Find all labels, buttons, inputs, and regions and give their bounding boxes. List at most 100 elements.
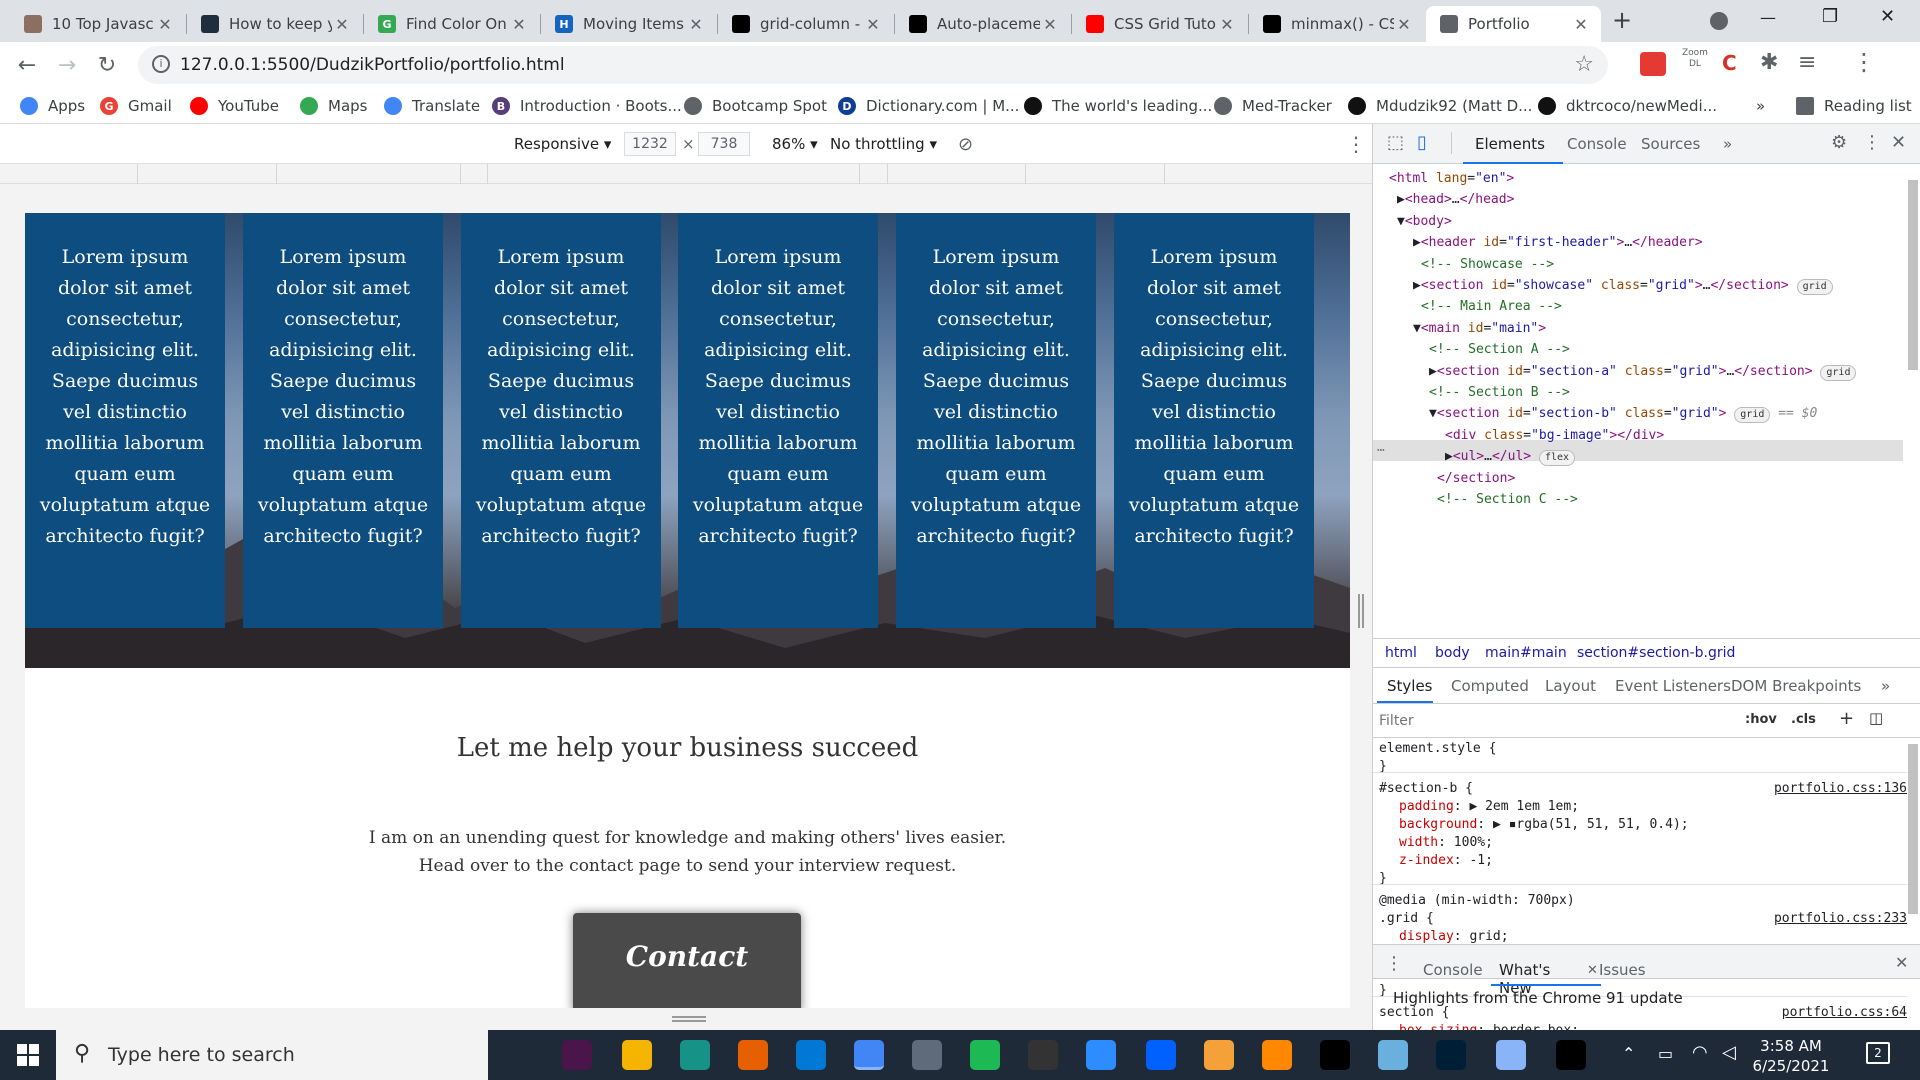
dom-node-line[interactable]: </section> [1437,468,1515,489]
dom-scrollbar[interactable] [1908,180,1918,370]
dom-node-line[interactable]: ▶<header id="first-header">…</header> [1413,232,1703,253]
breadcrumb-item[interactable]: section#section-b.grid [1577,645,1735,661]
dom-node-line[interactable]: ▶<section id="showcase" class="grid">…</… [1413,275,1833,296]
spotify-icon[interactable] [970,1040,1000,1070]
dom-tree[interactable]: ⋯ <html lang="en"> ▶<head>…</head> ▼<body>… [1373,164,1920,638]
extensions-puzzle-icon[interactable]: ✱ [1760,50,1778,75]
battery-icon[interactable]: ▭ [1658,1044,1673,1063]
contact-button[interactable]: Contact [573,913,801,1008]
close-whats-new-icon[interactable]: ✕ [1587,963,1598,978]
dom-node-line[interactable]: ▶<section id="section-a" class="grid">…<… [1429,361,1857,382]
browser-tab[interactable]: Portfolio ✕ [1426,6,1601,42]
close-tab-icon[interactable]: ✕ [1394,15,1414,34]
reading-list-button[interactable]: Reading list [1796,94,1912,118]
drawer-tab[interactable]: Issues [1599,961,1646,979]
browser-tab[interactable]: H Moving Items ✕ [541,6,716,42]
bookmarks-overflow-button[interactable]: » [1756,94,1765,118]
bookmark-item[interactable]: B Introduction · Boots... [492,94,682,118]
close-tab-icon[interactable]: ✕ [1217,15,1237,34]
drawer-tab[interactable]: Console [1423,961,1483,979]
vlc-icon[interactable] [1262,1040,1292,1070]
chrome-icon[interactable] [854,1040,884,1070]
devtools-tab[interactable]: Elements [1475,135,1545,153]
browser-tab[interactable]: minmax() - CSS✕ [1249,6,1424,42]
device-mode-select[interactable]: Responsive ▾ [514,133,611,155]
maximize-window-button[interactable]: ❐ [1822,6,1838,27]
close-tab-icon[interactable]: ✕ [1040,15,1060,34]
dom-node-line[interactable]: ▶<ul>…</ul> flex [1445,446,1576,467]
bookmark-item[interactable]: Maps [300,94,367,118]
bookmark-star-icon[interactable]: ☆ [1574,52,1594,77]
devtools-tab[interactable]: » [1723,135,1732,153]
dropbox-icon[interactable] [1146,1040,1176,1070]
volume-icon[interactable]: ◁ [1722,1042,1736,1063]
forward-button[interactable]: → [52,50,82,80]
browser-tab[interactable]: G Find Color On ✕ [364,6,539,42]
bookmark-item[interactable]: Bootcamp Spot [684,94,827,118]
hov-toggle[interactable]: :hov [1745,712,1777,727]
dom-node-line[interactable]: ▼<section id="section-b" class="grid"> g… [1429,403,1817,424]
styles-subtab[interactable]: » [1881,677,1890,695]
styles-subtab[interactable]: Layout [1545,677,1596,695]
address-bar[interactable]: i 127.0.0.1:5500/DudzikPortfolio/portfol… [138,46,1608,84]
notepad-icon[interactable] [1378,1040,1408,1070]
show-hidden-icons[interactable]: ⌃ [1622,1044,1635,1063]
zoom-select[interactable]: 86% ▾ [772,133,818,155]
dom-node-line[interactable]: <!-- Section C --> [1437,489,1578,510]
rotate-icon[interactable]: ⊘ [958,133,973,155]
device-options-icon[interactable]: ⋮ [1346,132,1366,156]
close-tab-icon[interactable]: ✕ [155,15,175,34]
devtools-menu-icon[interactable]: ⋮ [1863,132,1881,153]
browser-tab[interactable]: Auto-placeme ✕ [895,6,1070,42]
height-input[interactable]: 738 [698,132,750,156]
bookmark-item[interactable]: Med-Tracker [1214,94,1332,118]
extension-icon[interactable] [1640,52,1666,76]
lightroom-icon[interactable] [1436,1040,1466,1070]
file-explorer-icon[interactable] [622,1040,652,1070]
breadcrumb-item[interactable]: main#main [1485,645,1567,661]
devtools-tab[interactable]: Sources [1641,135,1700,153]
live-icon[interactable] [1204,1040,1234,1070]
toggle-sidebar-icon[interactable]: ◫ [1869,709,1883,727]
chrome-menu-icon[interactable]: ⋮ [1852,48,1876,76]
zoom-extension-icon[interactable]: Zoom DL [1682,48,1708,70]
styles-scrollbar[interactable] [1908,744,1918,914]
rule-source-link[interactable]: portfolio.css:233 [1774,910,1907,928]
taskbar-search[interactable]: ⚲ Type here to search [56,1030,488,1080]
close-devtools-icon[interactable]: ✕ [1891,132,1906,153]
bookmark-item[interactable]: G Gmail [100,94,172,118]
styles-subtab[interactable]: Computed [1451,677,1529,695]
close-tab-icon[interactable]: ✕ [686,15,706,34]
width-input[interactable]: 1232 [624,132,676,156]
bookmark-item[interactable]: D Dictionary.com | M... [838,94,1019,118]
obs-icon[interactable] [1320,1040,1350,1070]
devtools-tab[interactable]: Console [1567,135,1627,153]
drawer-menu-icon[interactable]: ⋮ [1385,953,1403,974]
reload-button[interactable]: ↻ [92,50,122,80]
bookmark-item[interactable]: Mdudzik92 (Matt D... [1348,94,1532,118]
bookmark-item[interactable]: dktrcoco/newMedi... [1538,94,1717,118]
viewport-bottom-resizer[interactable] [672,1016,706,1022]
dom-node-line[interactable]: <!-- Section A --> [1429,339,1570,360]
slack-icon[interactable] [562,1040,592,1070]
styles-subtab[interactable]: Styles [1387,677,1433,695]
styles-filter-input[interactable] [1379,710,1729,732]
new-rule-icon[interactable]: + [1839,708,1854,729]
close-tab-icon[interactable]: ✕ [1571,15,1591,34]
breadcrumb-item[interactable]: body [1435,645,1470,661]
calculator-icon[interactable] [912,1040,942,1070]
throttle-select[interactable]: No throttling ▾ [830,133,937,155]
vscode-icon[interactable] [796,1040,826,1070]
color-extension-icon[interactable]: C [1722,51,1737,75]
firefox-icon[interactable] [738,1040,768,1070]
back-button[interactable]: ← [12,50,42,80]
media-control-icon[interactable]: ≡ [1798,50,1816,75]
gitkraken-icon[interactable] [680,1040,710,1070]
notifications-button[interactable]: 2 [1866,1042,1890,1064]
close-tab-icon[interactable]: ✕ [332,15,352,34]
page-viewport[interactable]: Lorem ipsum dolor sit amet consectetur, … [25,213,1350,1008]
close-tab-icon[interactable]: ✕ [863,15,883,34]
css-property[interactable]: padding: ▶ 2em 1em 1em; [1399,798,1579,816]
bookmark-item[interactable]: Translate [384,94,480,118]
css-property[interactable]: background: ▶ ▪rgba(51, 51, 51, 0.4); [1399,816,1689,834]
